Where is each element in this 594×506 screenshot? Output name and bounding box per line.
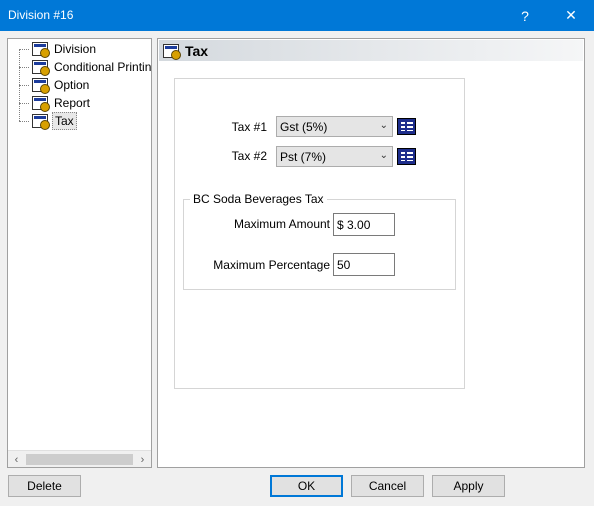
settings-node-icon xyxy=(32,96,50,112)
tree-item-tax[interactable]: Tax xyxy=(8,112,77,130)
panel-header: Tax xyxy=(159,40,583,61)
tree-item-conditional-printing[interactable]: Conditional Printin xyxy=(8,58,153,76)
scroll-right-icon[interactable]: › xyxy=(134,451,151,468)
tree-item-division[interactable]: Division xyxy=(8,40,98,58)
horizontal-scrollbar[interactable]: ‹ › xyxy=(8,450,151,467)
tax2-label: Tax #2 xyxy=(231,149,267,163)
tax1-label: Tax #1 xyxy=(231,120,267,134)
tax1-value: Gst (5%) xyxy=(280,119,328,134)
scroll-left-icon[interactable]: ‹ xyxy=(8,451,25,468)
tree-item-label: Conditional Printin xyxy=(54,60,152,74)
close-button[interactable]: ✕ xyxy=(548,0,594,31)
tax-panel: Tax Tax #1 Gst (5%) ⌄ Tax #2 Pst (7%) ⌄ … xyxy=(157,38,585,468)
bc-soda-tax-group: BC Soda Beverages Tax Maximum Amount Max… xyxy=(183,192,456,290)
tax-settings-box: Tax #1 Gst (5%) ⌄ Tax #2 Pst (7%) ⌄ BC S… xyxy=(174,78,465,389)
settings-node-icon xyxy=(32,42,50,58)
tax1-select[interactable]: Gst (5%) ⌄ xyxy=(276,116,393,137)
tree-item-report[interactable]: Report xyxy=(8,94,92,112)
tree-item-option[interactable]: Option xyxy=(8,76,91,94)
max-amount-field[interactable] xyxy=(333,213,395,236)
navigation-tree[interactable]: Division Conditional Printin Option Repo… xyxy=(7,38,152,468)
settings-node-icon xyxy=(32,60,50,76)
settings-node-icon xyxy=(163,43,181,60)
tree-item-label: Report xyxy=(54,96,91,110)
chevron-down-icon: ⌄ xyxy=(379,120,388,131)
scroll-thumb[interactable] xyxy=(26,454,133,465)
settings-node-icon xyxy=(32,114,50,130)
close-icon: ✕ xyxy=(565,7,577,23)
tax2-value: Pst (7%) xyxy=(280,149,327,164)
apply-button[interactable]: Apply xyxy=(432,475,505,497)
title-bar: Division #16 ? ✕ xyxy=(0,0,594,31)
help-button[interactable]: ? xyxy=(502,0,548,31)
tree-item-label: Tax xyxy=(52,112,77,130)
max-percentage-label: Maximum Percentage xyxy=(213,258,330,272)
settings-node-icon xyxy=(32,78,50,94)
window-title: Division #16 xyxy=(8,8,74,22)
cancel-button[interactable]: Cancel xyxy=(351,475,424,497)
tax1-list-button[interactable] xyxy=(397,118,416,135)
tree-item-label: Option xyxy=(54,78,90,92)
tax2-list-button[interactable] xyxy=(397,148,416,165)
max-amount-label: Maximum Amount xyxy=(233,217,330,231)
help-icon: ? xyxy=(521,7,529,24)
tree-item-label: Division xyxy=(54,42,97,56)
tax2-select[interactable]: Pst (7%) ⌄ xyxy=(276,146,393,167)
chevron-down-icon: ⌄ xyxy=(379,150,388,161)
panel-title: Tax xyxy=(185,42,209,59)
ok-button[interactable]: OK xyxy=(270,475,343,497)
group-title: BC Soda Beverages Tax xyxy=(190,192,327,206)
delete-button[interactable]: Delete xyxy=(8,475,81,497)
max-percentage-field[interactable] xyxy=(333,253,395,276)
